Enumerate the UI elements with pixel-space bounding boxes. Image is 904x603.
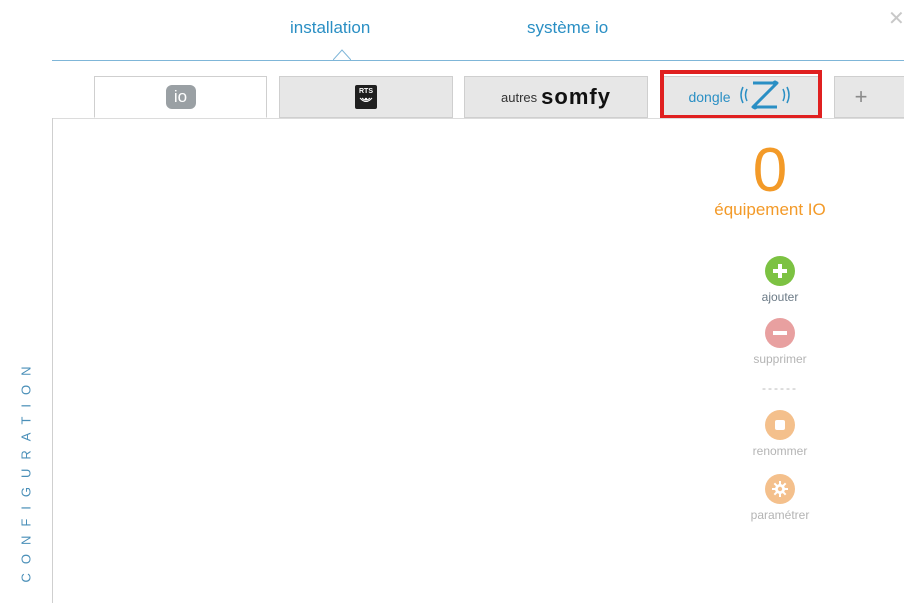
rename-button[interactable]: renommer xyxy=(720,410,840,458)
device-count-label: équipement IO xyxy=(714,200,826,219)
content-left-border xyxy=(52,118,53,603)
gear-circle-icon xyxy=(765,474,795,504)
somfy-prefix: autres xyxy=(501,89,538,105)
settings-button[interactable]: paramétrer xyxy=(720,474,840,522)
add-button[interactable]: ajouter xyxy=(720,256,840,304)
io-logo-icon: io xyxy=(165,85,196,109)
top-tabs-divider xyxy=(52,60,904,61)
plus-circle-icon xyxy=(765,256,795,286)
configuration-sidebar: CONFIGURATION xyxy=(0,0,52,603)
somfy-logo: somfy xyxy=(541,84,611,109)
device-tab-dongle[interactable]: dongle xyxy=(662,76,819,118)
tab-installation[interactable]: installation xyxy=(290,18,370,38)
plus-icon: + xyxy=(854,84,868,109)
rts-logo-icon: RTS xyxy=(355,85,377,109)
dongle-label: dongle xyxy=(688,89,731,105)
device-count: 0 xyxy=(752,136,788,205)
delete-button[interactable]: supprimer xyxy=(720,318,840,366)
settings-label: paramétrer xyxy=(750,508,810,522)
close-icon[interactable]: ✕ xyxy=(888,6,904,31)
content-top-border xyxy=(52,118,904,119)
add-label: ajouter xyxy=(761,290,799,304)
device-tab-somfy[interactable]: autres somfy xyxy=(464,76,648,118)
z-wave-icon xyxy=(737,78,793,117)
configuration-label: CONFIGURATION xyxy=(18,357,34,583)
actions-separator: ------ xyxy=(762,381,798,395)
rename-label: renommer xyxy=(752,444,808,458)
io-logo-text: io xyxy=(173,87,188,106)
minus-circle-icon xyxy=(765,318,795,348)
device-tab-io[interactable]: io xyxy=(94,76,267,118)
delete-label: supprimer xyxy=(753,352,807,366)
stop-circle-icon xyxy=(765,410,795,440)
device-tab-rts[interactable]: RTS xyxy=(279,76,453,118)
tab-systeme-io[interactable]: système io xyxy=(527,18,608,38)
device-tab-add[interactable]: + xyxy=(834,76,904,118)
